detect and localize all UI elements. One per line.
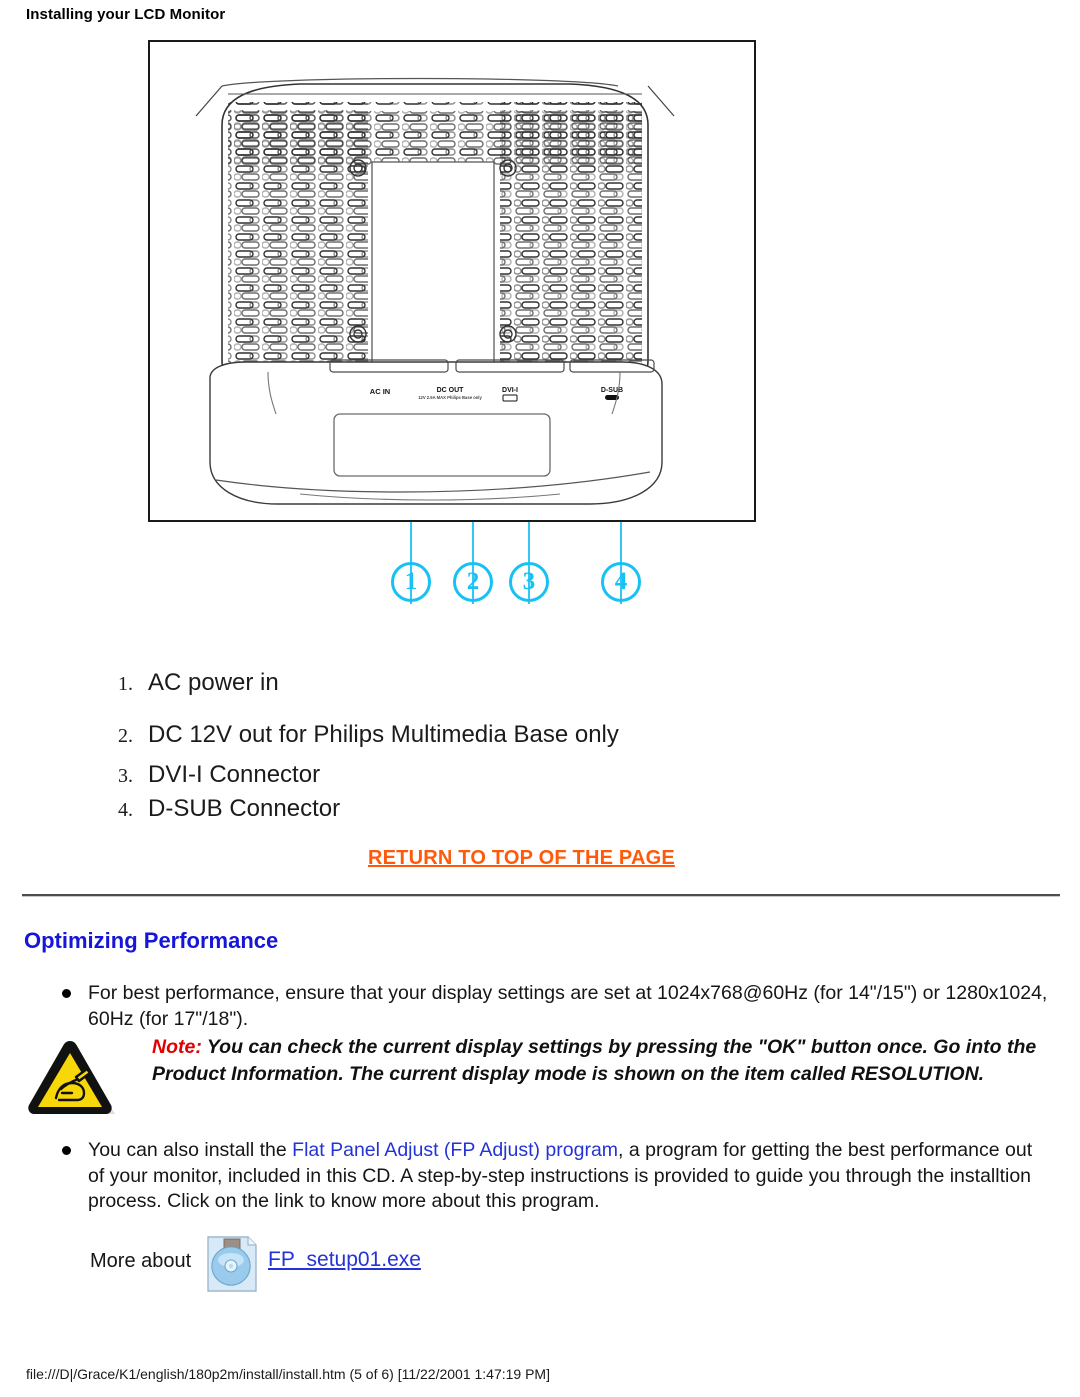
list-item-label: DVI-I Connector [148, 761, 321, 788]
callout-marker-3: 3 [509, 562, 549, 602]
label-dc-out: DC OUT [437, 387, 465, 394]
list-item-label: AC power in [148, 669, 279, 696]
list-item-index: 4. [118, 799, 133, 821]
list-item-label: D-SUB Connector [148, 795, 341, 822]
section-divider [22, 894, 1060, 897]
more-about-label: More about [90, 1250, 192, 1272]
monitor-rear-panel-illustration: AC IN DC OUT 12V 2.5A MAX Philips Base o… [195, 77, 675, 505]
figure-callouts: 1 2 3 4 [148, 522, 756, 632]
label-d-sub: D-SUB [601, 387, 623, 394]
list-item: 4. D-SUB Connector [118, 794, 918, 824]
monitor-rear-panel-figure: AC IN DC OUT 12V 2.5A MAX Philips Base o… [148, 40, 756, 522]
list-item-index: 1. [118, 673, 133, 695]
bullet-display-settings: For best performance, ensure that your d… [62, 981, 1052, 1032]
bullet-text: You can also install the Flat Panel Adju… [62, 1138, 1042, 1215]
connector-list: 1. AC power in 2. DC 12V out for Philips M… [118, 668, 918, 824]
callout-marker-1: 1 [391, 562, 431, 602]
fp-adjust-program-link[interactable]: Flat Panel Adjust (FP Adjust) program [292, 1139, 618, 1161]
callout-marker-4: 4 [601, 562, 641, 602]
bullet-fp-adjust: You can also install the Flat Panel Adju… [62, 1138, 1042, 1215]
note-text: Note: You can check the current display … [152, 1034, 1042, 1088]
svg-text:12V 2.5A MAX Philips Base onl: 12V 2.5A MAX Philips Base only [418, 395, 482, 400]
cd-disc-icon[interactable] [204, 1234, 260, 1294]
fp-setup-exe-link[interactable]: FP_setup01.exe [268, 1248, 421, 1272]
note-lead-label: Note: [152, 1036, 202, 1058]
list-item: 2. DC 12V out for Philips Multimedia Base… [118, 720, 918, 750]
footer-path: file:///D|/Grace/K1/english/180p2m/insta… [26, 1366, 550, 1382]
section-heading-optimizing-performance: Optimizing Performance [24, 928, 279, 953]
list-item: 1. AC power in [118, 668, 918, 698]
callout-marker-2: 2 [453, 562, 493, 602]
note-body: You can check the current display settin… [152, 1036, 1037, 1085]
warning-triangle-icon [26, 1036, 118, 1120]
return-to-top-link[interactable]: RETURN TO TOP OF THE PAGE [368, 847, 675, 870]
bullet-text-before: You can also install the [88, 1139, 293, 1161]
list-item-index: 2. [118, 725, 133, 747]
label-dvi-i: DVI-I [502, 387, 518, 394]
label-ac-in: AC IN [370, 387, 390, 396]
list-item-label: DC 12V out for Philips Multimedia Base o… [148, 721, 619, 748]
bullet-text: For best performance, ensure that your d… [88, 982, 1048, 1030]
figure-inner: AC IN DC OUT 12V 2.5A MAX Philips Base o… [150, 42, 754, 520]
page-title: Installing your LCD Monitor [26, 6, 226, 23]
list-item: 3. DVI-I Connector [118, 760, 918, 790]
bullet-dot-icon [62, 1146, 71, 1155]
bullet-dot-icon [62, 989, 71, 998]
list-item-index: 3. [118, 765, 133, 787]
